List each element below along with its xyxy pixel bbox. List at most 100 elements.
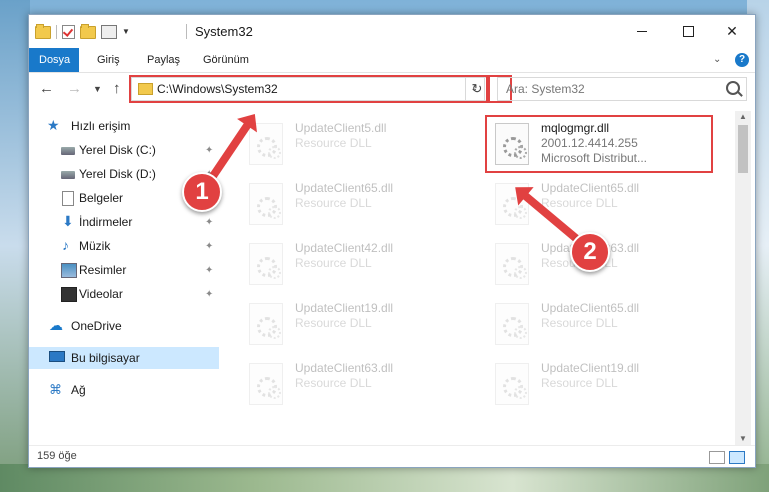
file-type: Resource DLL <box>295 376 372 390</box>
folder-icon <box>35 24 51 39</box>
list-item[interactable]: UpdateClient63.dll Resource DLL <box>241 357 461 411</box>
tab-view[interactable]: Görünüm <box>193 48 259 72</box>
up-arrow-icon[interactable]: ↑ <box>113 80 121 97</box>
computer-icon <box>49 351 65 362</box>
video-icon <box>61 287 77 302</box>
dll-file-icon <box>249 363 283 405</box>
file-name: UpdateClient5.dll <box>295 121 387 135</box>
vertical-scrollbar[interactable]: ▲ ▼ <box>735 111 751 445</box>
list-item[interactable]: UpdateClient19.dll Resource DLL <box>241 297 461 351</box>
title-divider <box>186 24 187 39</box>
search-input[interactable]: Ara: System32 <box>497 77 747 101</box>
file-type: Resource DLL <box>295 196 372 210</box>
sidebar-item-label: Müzik <box>79 239 111 253</box>
large-icons-view-icon[interactable] <box>729 451 745 464</box>
tab-share[interactable]: Paylaş <box>137 48 190 72</box>
close-button[interactable]: ✕ <box>709 15 755 48</box>
recent-locations-dropdown-icon[interactable]: ▼ <box>93 84 102 94</box>
sidebar-item-quick-access[interactable]: ★ Hızlı erişim <box>29 115 219 137</box>
minimize-button[interactable] <box>619 15 665 48</box>
window-title: System32 <box>195 24 253 39</box>
download-icon: ⬇ <box>62 213 74 229</box>
file-list: UpdateClient5.dll Resource DLL mqlogmgr.… <box>235 111 735 441</box>
step-1-badge: 1 <box>182 172 222 212</box>
quick-access-toolbar: ▼ <box>35 24 130 39</box>
dll-file-icon <box>495 363 529 405</box>
file-name: UpdateClient65.dll <box>295 181 394 195</box>
sidebar-item-music[interactable]: ♪ Müzik ✦ <box>29 235 219 257</box>
address-highlight-box <box>129 75 490 103</box>
status-bar: 159 öğe <box>29 445 755 468</box>
expand-ribbon-chevron-icon[interactable]: ⌄ <box>713 54 721 65</box>
drive-icon <box>61 171 75 179</box>
sidebar-item-downloads[interactable]: ⬇ İndirmeler ✦ <box>29 211 219 233</box>
close-icon: ✕ <box>726 23 738 39</box>
view-options-icon[interactable] <box>101 24 117 39</box>
back-arrow-icon[interactable]: ← <box>39 80 54 97</box>
properties-check-icon[interactable] <box>62 24 75 39</box>
item-count: 159 öğe <box>37 450 77 462</box>
sidebar-item-pictures[interactable]: Resimler ✦ <box>29 259 219 281</box>
document-icon <box>62 191 74 206</box>
pin-icon[interactable]: ✦ <box>205 236 213 258</box>
sidebar-item-this-pc[interactable]: Bu bilgisayar <box>29 347 219 369</box>
navigation-bar: ← → ▼ ↑ C:\Windows\System32 ⌄ ↻ Ara: Sys… <box>29 73 755 105</box>
selected-file-highlight-box <box>485 115 713 173</box>
drive-icon <box>61 147 75 155</box>
navigation-pane: ★ Hızlı erişim Yerel Disk (C:) ✦ Yerel D… <box>29 113 219 443</box>
network-icon: ⌘ <box>49 382 62 397</box>
sidebar-item-label: Bu bilgisayar <box>71 351 140 365</box>
list-item[interactable]: UpdateClient65.dll Resource DLL <box>487 297 707 351</box>
file-name: UpdateClient63.dll <box>295 361 394 375</box>
list-item[interactable]: UpdateClient65.dll Resource DLL <box>241 177 461 231</box>
file-name: UpdateClient65.dll <box>541 301 640 315</box>
file-explorer-window: ▼ System32 ✕ Dosya Giriş Paylaş Görünüm … <box>28 14 756 468</box>
file-type: Resource DLL <box>295 316 372 330</box>
pin-icon[interactable]: ✦ <box>205 212 213 234</box>
minimize-icon <box>637 31 647 32</box>
new-folder-icon[interactable] <box>80 24 96 39</box>
sidebar-item-videos[interactable]: Videolar ✦ <box>29 283 219 305</box>
dll-file-icon <box>249 303 283 345</box>
desktop-background-left <box>0 0 30 492</box>
pin-icon[interactable]: ✦ <box>205 260 213 282</box>
file-type: Resource DLL <box>295 136 372 150</box>
help-icon[interactable]: ? <box>735 53 749 67</box>
tab-file[interactable]: Dosya <box>29 48 79 72</box>
sidebar-item-label: Resimler <box>79 263 127 277</box>
sidebar-item-label: Yerel Disk (C:) <box>79 143 156 157</box>
customize-toolbar-dropdown-icon[interactable]: ▼ <box>122 27 130 36</box>
file-name: UpdateClient19.dll <box>295 301 394 315</box>
sidebar-item-label: Videolar <box>79 287 123 301</box>
sidebar-item-label: Hızlı erişim <box>71 119 131 133</box>
title-bar: ▼ System32 ✕ <box>29 15 755 48</box>
search-icon[interactable] <box>726 81 740 95</box>
details-view-icon[interactable] <box>709 451 725 464</box>
sidebar-item-onedrive[interactable]: ☁ OneDrive <box>29 315 219 337</box>
step-2-badge: 2 <box>570 232 610 272</box>
list-item[interactable]: UpdateClient19.dll Resource DLL <box>487 357 707 411</box>
dll-file-icon <box>495 243 529 285</box>
forward-arrow-icon[interactable]: → <box>67 80 82 97</box>
pin-icon[interactable]: ✦ <box>205 140 213 162</box>
list-item[interactable]: UpdateClient5.dll Resource DLL <box>241 117 461 171</box>
scroll-down-arrow-icon[interactable]: ▼ <box>739 434 747 443</box>
maximize-icon <box>682 26 694 37</box>
pin-icon[interactable]: ✦ <box>205 284 213 306</box>
scroll-up-arrow-icon[interactable]: ▲ <box>739 112 747 121</box>
sidebar-item-label: Belgeler <box>79 191 124 205</box>
sidebar-item-local-disk-c[interactable]: Yerel Disk (C:) ✦ <box>29 139 219 161</box>
scrollbar-thumb[interactable] <box>738 125 748 173</box>
file-name: UpdateClient19.dll <box>541 361 640 375</box>
desktop-background-bottom <box>0 464 769 492</box>
file-type: Resource DLL <box>295 256 372 270</box>
tab-home[interactable]: Giriş <box>87 48 130 72</box>
music-icon: ♪ <box>62 237 69 253</box>
maximize-button[interactable] <box>665 15 711 48</box>
pictures-icon <box>61 263 77 278</box>
sidebar-item-network[interactable]: ⌘ Ağ <box>29 379 219 401</box>
list-item[interactable]: UpdateClient42.dll Resource DLL <box>241 237 461 291</box>
file-type: Resource DLL <box>541 376 618 390</box>
file-name: UpdateClient65.dll <box>541 181 640 195</box>
sidebar-item-label: Ağ <box>71 383 86 397</box>
